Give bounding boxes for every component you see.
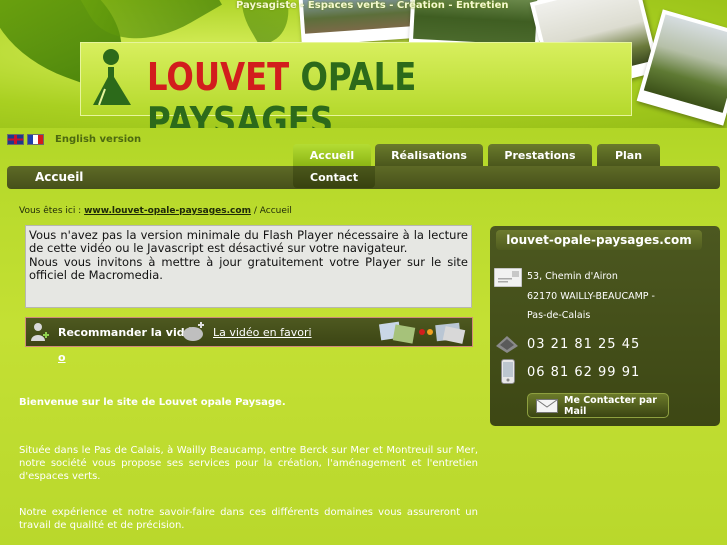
envelope-address-icon (494, 268, 522, 287)
intro-paragraph: Située dans le Pas de Calais, à Wailly B… (19, 445, 478, 482)
site-tagline: Paysagiste - Espaces verts - Création - … (236, 0, 509, 11)
contact-mail-button[interactable]: Me Contacter par Mail (527, 393, 669, 418)
breadcrumb: Vous êtes ici : www.louvet-opale-paysage… (19, 206, 292, 216)
welcome-heading: Bienvenue sur le site de Louvet opale Pa… (19, 397, 286, 408)
tab-contact[interactable]: Contact (293, 166, 375, 188)
address-city: 62170 WAILLY-BEAUCAMP - (527, 291, 655, 302)
favorite-video-label: La vidéo en favori (213, 326, 312, 339)
tab-realisations[interactable]: Réalisations (375, 144, 483, 166)
breadcrumb-home-link[interactable]: www.louvet-opale-paysages.com (84, 206, 251, 216)
address-region: Pas-de-Calais (527, 310, 591, 321)
favorite-add-icon (183, 322, 204, 341)
expertise-paragraph: Notre expérience et notre savoir-faire d… (19, 507, 478, 531)
recommend-video-link[interactable]: Recommander la vidé (58, 326, 192, 339)
logo-word-louvet: LOUVET (147, 55, 290, 99)
uk-flag-icon[interactable] (7, 134, 24, 145)
contact-panel-title: louvet-opale-paysages.com (496, 230, 702, 250)
tree-logo-icon (93, 49, 131, 106)
contact-mail-label: Me Contacter par Mail (564, 394, 657, 417)
video-actions-bar: Recommander la vidé La vidéo en favori (25, 317, 473, 347)
site-logo[interactable]: LOUVET OPALE PAYSAGES (80, 42, 632, 128)
site-header: Paysagiste - Espaces verts - Création - … (0, 0, 727, 128)
flash-player-notice: Vous n'avez pas la version minimale du F… (25, 225, 472, 308)
tab-prestations[interactable]: Prestations (488, 144, 592, 166)
mobile-number[interactable]: 06 81 62 99 91 (527, 365, 640, 380)
english-version-link[interactable]: English version (55, 134, 141, 145)
phone-number[interactable]: 03 21 81 25 45 (527, 337, 640, 352)
fr-flag-icon[interactable] (27, 134, 44, 145)
breadcrumb-prefix: Vous êtes ici : (19, 206, 82, 216)
tab-accueil[interactable]: Accueil (293, 144, 371, 166)
nav-current-page-title: Accueil (35, 170, 84, 184)
breadcrumb-separator: / (253, 206, 257, 216)
social-bookmark-icons[interactable] (378, 320, 470, 344)
address-street: 53, Chemin d'Airon (527, 271, 618, 282)
logo-wordmark: LOUVET OPALE PAYSAGES (147, 55, 558, 128)
tab-plan[interactable]: Plan (597, 144, 660, 166)
breadcrumb-current: Accueil (259, 206, 292, 216)
phone-icon (496, 336, 518, 353)
mobile-phone-icon (501, 359, 515, 384)
favorite-video-link[interactable]: La vidéo en favori (213, 326, 312, 339)
flash-notice-line1: Vous n'avez pas la version minimale du F… (29, 228, 468, 256)
mail-icon (536, 399, 558, 413)
recommend-video-link-overflow[interactable]: o (58, 351, 66, 364)
flash-notice-line2: Nous vous invitons à mettre à jour gratu… (29, 254, 468, 283)
header-photo (636, 9, 727, 126)
add-user-icon (31, 323, 49, 341)
